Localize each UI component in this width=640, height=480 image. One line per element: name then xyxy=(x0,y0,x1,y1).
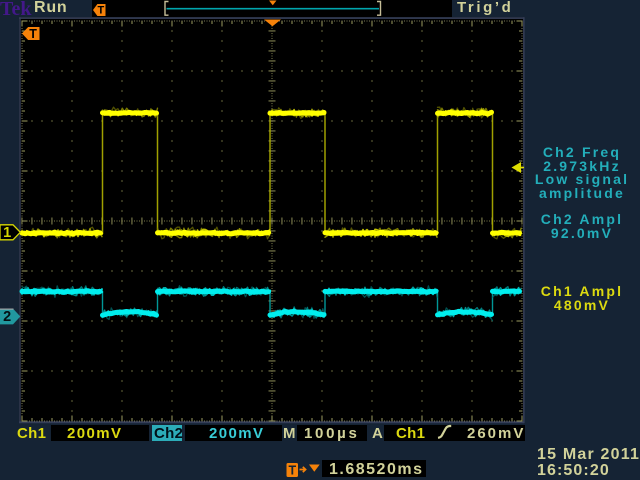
svg-text:T: T xyxy=(288,463,296,477)
svg-text:T: T xyxy=(29,27,37,41)
svg-text:T: T xyxy=(98,5,105,17)
svg-text:1: 1 xyxy=(3,225,11,241)
svg-text:2: 2 xyxy=(3,309,11,325)
